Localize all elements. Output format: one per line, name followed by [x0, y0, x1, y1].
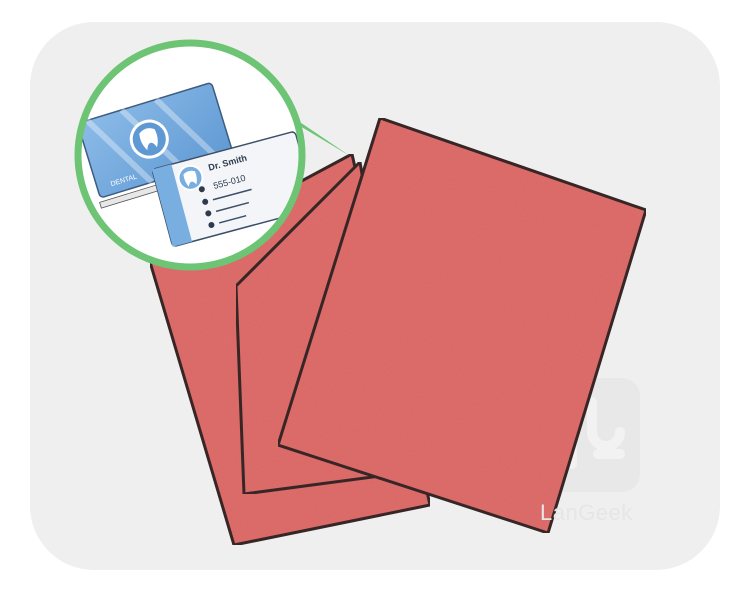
watermark-text: LanGeek: [540, 500, 633, 525]
illustration-canvas: DENTAL Dr. Smith 555-010 LanGeek: [0, 0, 750, 600]
